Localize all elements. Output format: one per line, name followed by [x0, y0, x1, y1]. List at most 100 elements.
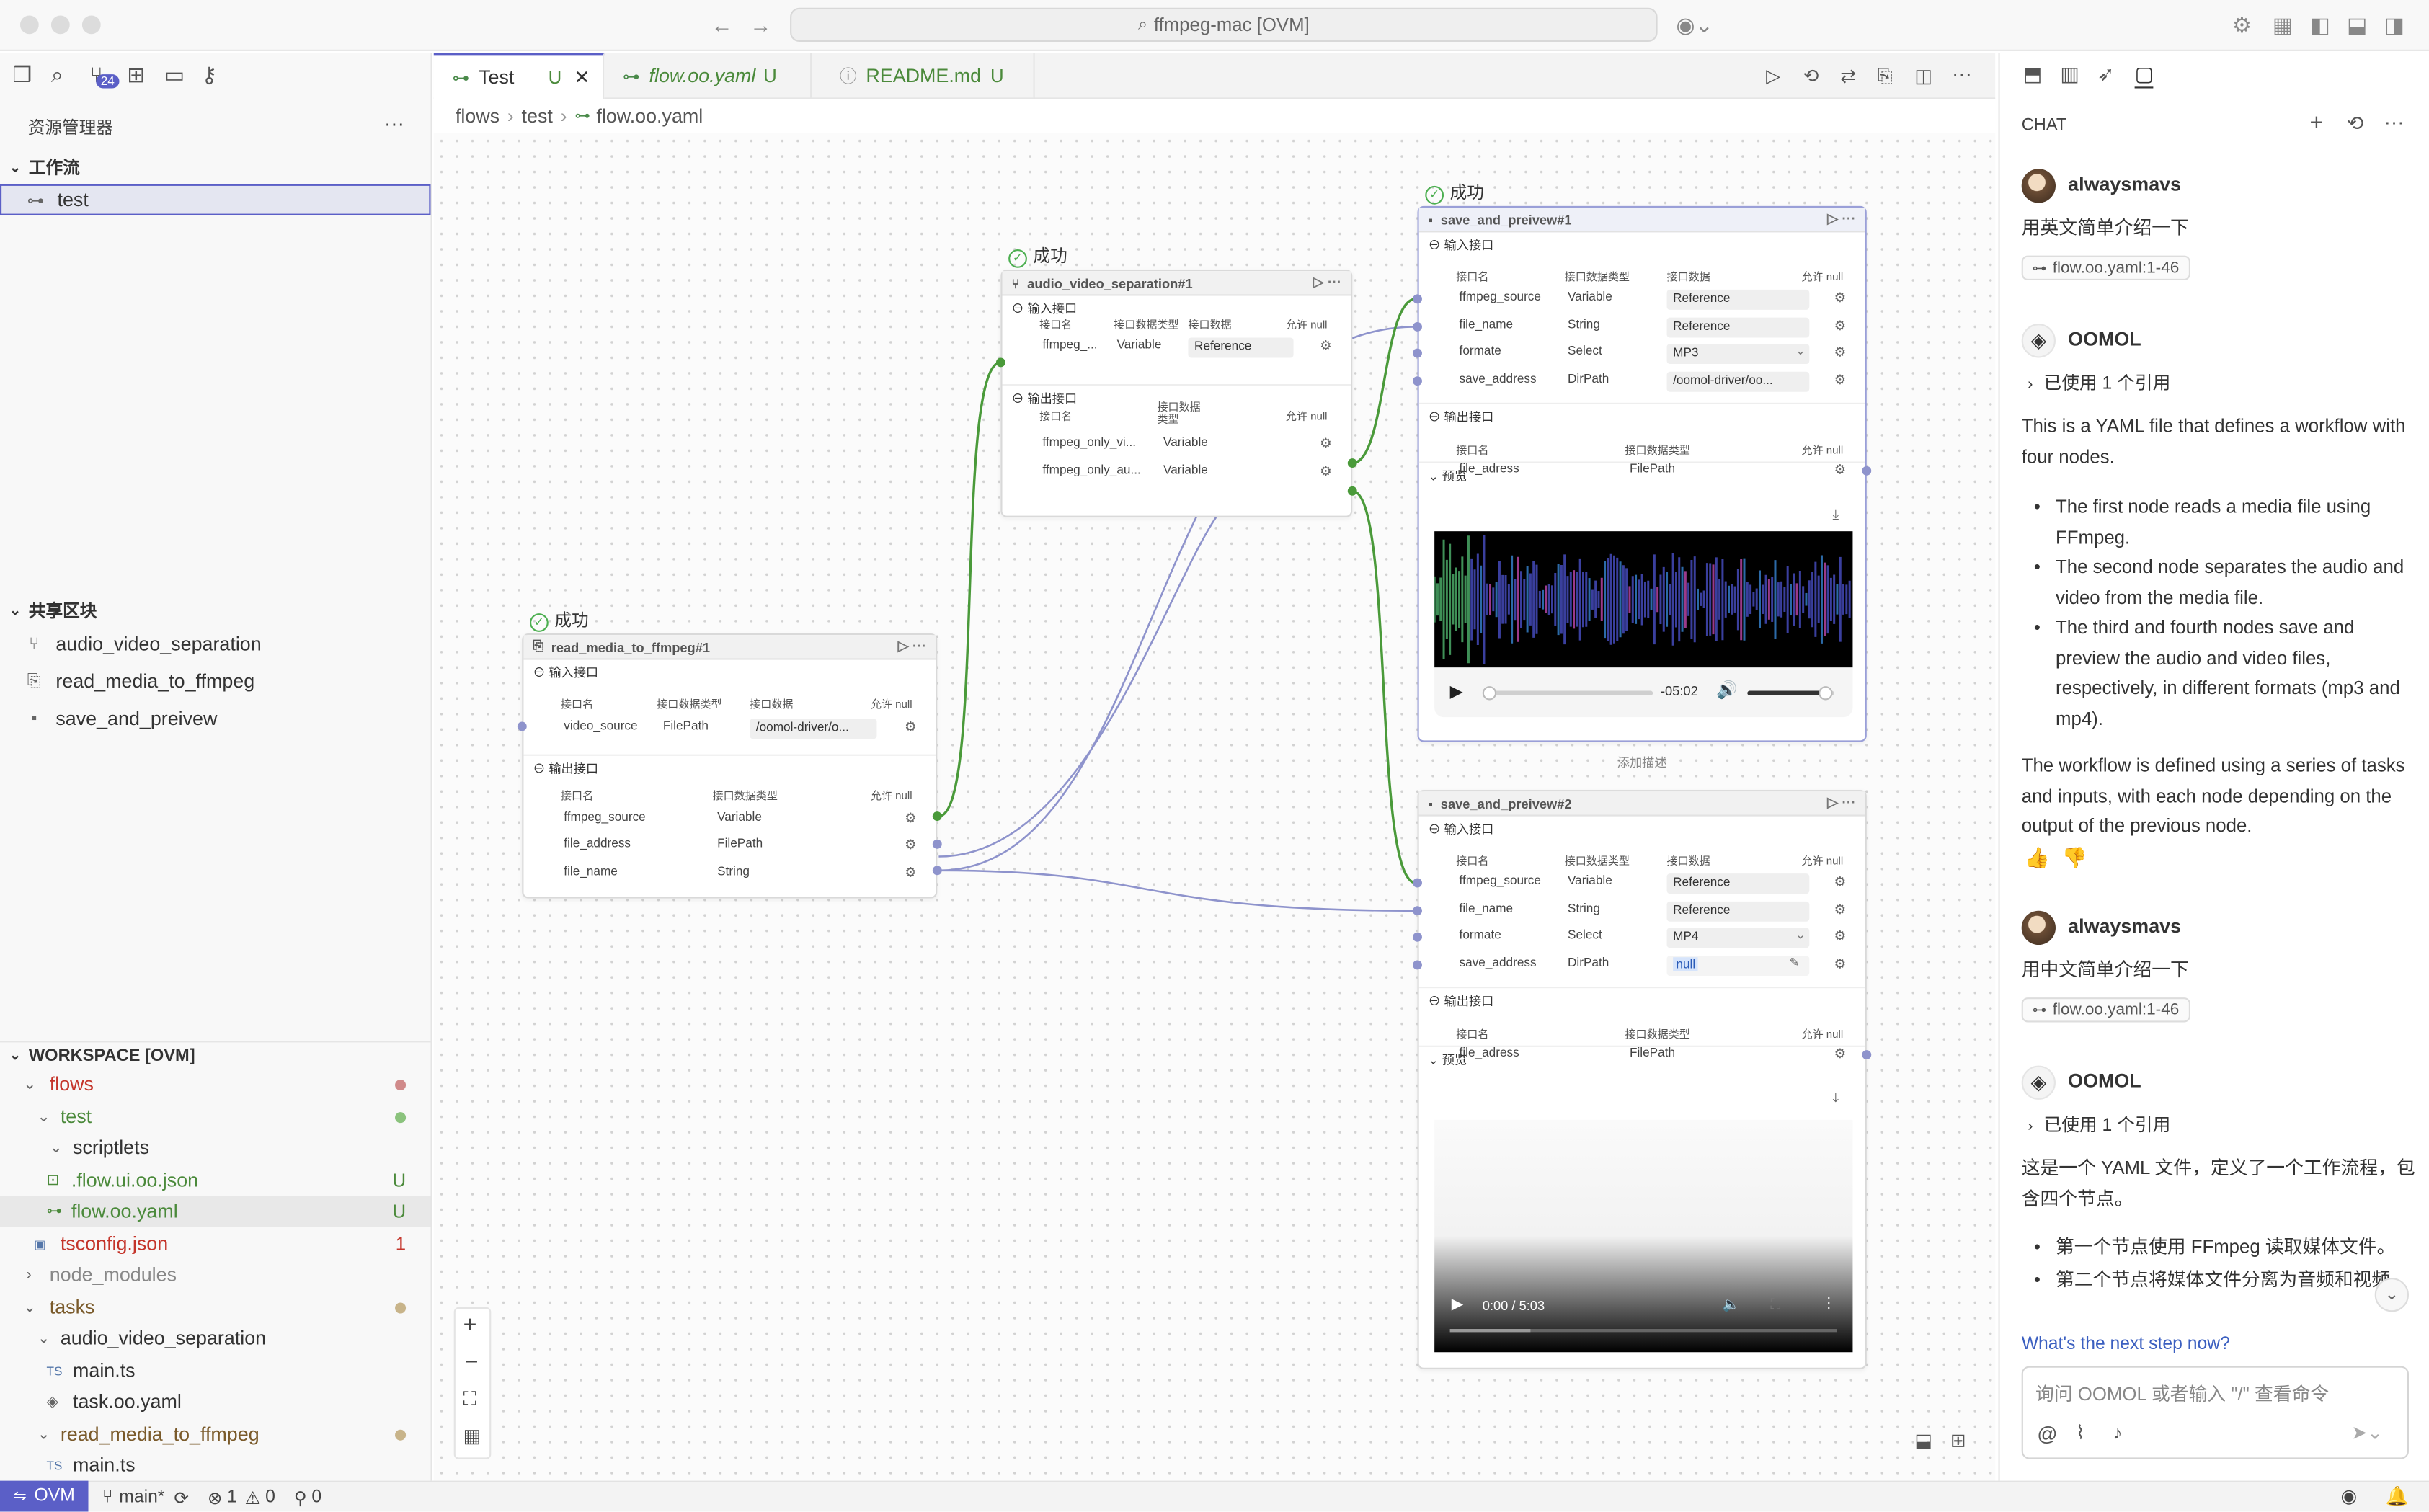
node-read-media-to-ffmpeg[interactable]: ⎘ read_media_to_ffmpeg#1 ▷ ··· ⊖ 输入接口 接口…	[522, 633, 938, 899]
input-port[interactable]	[517, 721, 527, 731]
node-actions[interactable]: ▷ ···	[1827, 210, 1856, 228]
thumbs-up-icon[interactable]: 👍	[2025, 845, 2050, 870]
node-header[interactable]: ⎘ read_media_to_ffmpeg#1 ▷ ···	[523, 635, 936, 660]
remote-indicator[interactable]: ⇋ OVM	[0, 1480, 89, 1512]
gear-icon[interactable]: ⚙	[1320, 463, 1331, 481]
file-reference-chip[interactable]: ⊶ flow.oo.yaml:1-46	[2021, 255, 2190, 281]
edge-ffmpeg-source[interactable]	[938, 361, 1001, 818]
references-toggle[interactable]: › 已使用 1 个引用	[2028, 1112, 2170, 1142]
play-icon[interactable]: ▶	[1452, 1297, 1464, 1314]
node-header[interactable]: ▪ save_and_preivew#2 ▷ ···	[1418, 791, 1865, 817]
node-actions[interactable]: ▷ ···	[1827, 795, 1856, 812]
suggestion-link[interactable]: What's the next step now?	[2022, 1330, 2230, 1361]
rocket-icon[interactable]: ➶	[2097, 62, 2114, 86]
microphone-icon[interactable]: ♪	[2113, 1422, 2123, 1444]
run-icon[interactable]: ▷	[1766, 65, 1780, 86]
zoom-out-icon[interactable]: −	[465, 1349, 479, 1376]
video-player[interactable]: ▶ 0:00 / 5:03 🔈 ⛶ ⋮	[1434, 1119, 1853, 1353]
command-center-search[interactable]: ⌕ ffmpeg-mac [OVM]	[790, 7, 1658, 43]
shared-item-save-preview[interactable]: ▪ save_and_preivew	[0, 703, 430, 734]
input-port[interactable]	[1413, 294, 1422, 304]
workflow-section-header[interactable]: ⌄ 工作流	[0, 155, 430, 179]
output-port[interactable]	[1862, 1050, 1872, 1060]
output-port[interactable]	[932, 811, 942, 822]
book-icon[interactable]: ▥	[2060, 62, 2079, 86]
breadcrumb-item[interactable]: test	[522, 105, 553, 127]
shared-section-header[interactable]: ⌄ 共享区块	[0, 598, 430, 623]
input-port[interactable]	[1413, 906, 1422, 916]
explorer-icon[interactable]: ❐	[12, 62, 32, 89]
chat-input[interactable]: 询问 OOMOL 或者输入 "/" 查看命令	[2035, 1380, 2329, 1407]
audio-progress-thumb[interactable]	[1483, 686, 1497, 701]
panel-toggle-icon[interactable]: ⬓	[1914, 1430, 1932, 1451]
input-port[interactable]	[1413, 878, 1422, 888]
volume-icon[interactable]: 🔊	[1716, 680, 1737, 701]
tree-item-read-media[interactable]: ⌄ read_media_to_ffmpeg	[0, 1419, 430, 1450]
audio-player[interactable]: ▶ -05:02 🔊	[1434, 667, 1853, 718]
fit-view-icon[interactable]: ⛶	[463, 1388, 476, 1411]
debug-icon[interactable]: ⟲	[1803, 65, 1819, 86]
scroll-down-icon[interactable]: ⌄	[2374, 1278, 2410, 1312]
node-save-and-preview-2[interactable]: ▪ save_and_preivew#2 ▷ ··· ⊖ 输入接口 接口名 接口…	[1417, 790, 1867, 1369]
tree-item-node-modules[interactable]: › node_modules	[0, 1259, 430, 1290]
pencil-icon[interactable]: ✎	[1789, 956, 1799, 969]
tree-item-test[interactable]: ⌄ test	[0, 1101, 430, 1132]
download-icon[interactable]: ⤓	[1833, 1090, 1839, 1108]
tree-item-tsconfig[interactable]: ▣ tsconfig.json 1	[0, 1228, 430, 1259]
fullscreen-icon[interactable]: ⛶	[1771, 1297, 1781, 1314]
gear-icon[interactable]: ⚙	[1834, 956, 1846, 973]
gear-icon[interactable]: ⚙	[1320, 338, 1331, 355]
tree-item-flows[interactable]: ⌄ flows	[0, 1069, 430, 1100]
thumbs-down-icon[interactable]: 👎	[2062, 845, 2087, 870]
tree-item-tasks[interactable]: ⌄ tasks	[0, 1291, 430, 1322]
edge-only-video[interactable]	[1351, 489, 1416, 884]
gear-icon[interactable]: ⚙	[1834, 344, 1846, 361]
output-port[interactable]	[1347, 486, 1357, 496]
map-icon[interactable]: ⊞	[1950, 1430, 1966, 1451]
output-port[interactable]	[1347, 458, 1357, 468]
history-icon[interactable]: ⟲	[2347, 112, 2363, 136]
toggle-sidebar-icon[interactable]: ◧	[2309, 12, 2330, 39]
warning-count[interactable]: 0	[265, 1487, 275, 1506]
gear-icon[interactable]: ⚙	[2232, 12, 2252, 39]
close-window-button[interactable]	[19, 15, 39, 35]
layout-icon[interactable]: ▦	[2273, 12, 2293, 39]
format-select[interactable]: MP4	[1666, 928, 1810, 948]
gear-icon[interactable]: ⚙	[1834, 902, 1846, 919]
forward-arrow-icon[interactable]: →	[750, 12, 771, 37]
node-header[interactable]: ▪ save_and_preivew#1 ▷ ···	[1418, 207, 1865, 233]
input-port[interactable]	[1413, 960, 1422, 970]
node-header[interactable]: ⑂ audio_video_separation#1 ▷ ···	[1002, 271, 1351, 296]
references-toggle[interactable]: › 已使用 1 个引用	[2028, 370, 2170, 401]
mute-icon[interactable]: 🔈	[1723, 1297, 1740, 1314]
shared-item-audio-video-separation[interactable]: ⑂ audio_video_separation	[0, 629, 430, 660]
maximize-window-button[interactable]	[81, 15, 101, 35]
close-icon[interactable]: ✕	[574, 66, 590, 88]
tree-item-main-ts[interactable]: TS main.ts	[0, 1356, 430, 1387]
audio-progress-track[interactable]	[1483, 686, 1653, 701]
gear-icon[interactable]: ⚙	[905, 864, 916, 881]
sync-icon[interactable]: ⟳	[174, 1486, 189, 1508]
edge-file-name-2[interactable]	[938, 869, 1416, 912]
tab-test[interactable]: ⊶ Test U ✕	[433, 53, 605, 99]
mention-icon[interactable]: @	[2037, 1422, 2057, 1445]
volume-thumb[interactable]	[1819, 686, 1834, 701]
output-port[interactable]	[932, 866, 942, 876]
zoom-in-icon[interactable]: +	[463, 1312, 477, 1338]
search-icon[interactable]: ⌕	[51, 62, 63, 89]
chat-icon[interactable]: ▢	[2134, 62, 2154, 89]
send-icon[interactable]: ➤⌄	[2351, 1422, 2382, 1444]
copilot-status-icon[interactable]: ◉	[2340, 1485, 2357, 1507]
play-icon[interactable]: ▶	[1450, 682, 1463, 702]
node-actions[interactable]: ▷ ···	[898, 638, 927, 655]
more-vertical-icon[interactable]: ⋮	[1821, 1295, 1835, 1312]
toggle-panel-icon[interactable]: ⬓	[2347, 12, 2367, 39]
tree-item-task-yaml[interactable]: ◈ task.oo.yaml	[0, 1387, 430, 1418]
workflow-item-test[interactable]: ⊶ test	[0, 184, 431, 215]
error-count[interactable]: 1	[227, 1487, 237, 1506]
gear-icon[interactable]: ⚙	[1834, 318, 1846, 335]
more-actions-icon[interactable]: ···	[384, 112, 404, 135]
gear-icon[interactable]: ⚙	[1834, 873, 1846, 891]
tree-item-flow-ui-json[interactable]: ⊡ .flow.ui.oo.json U	[0, 1165, 430, 1196]
output-port[interactable]	[932, 839, 942, 849]
